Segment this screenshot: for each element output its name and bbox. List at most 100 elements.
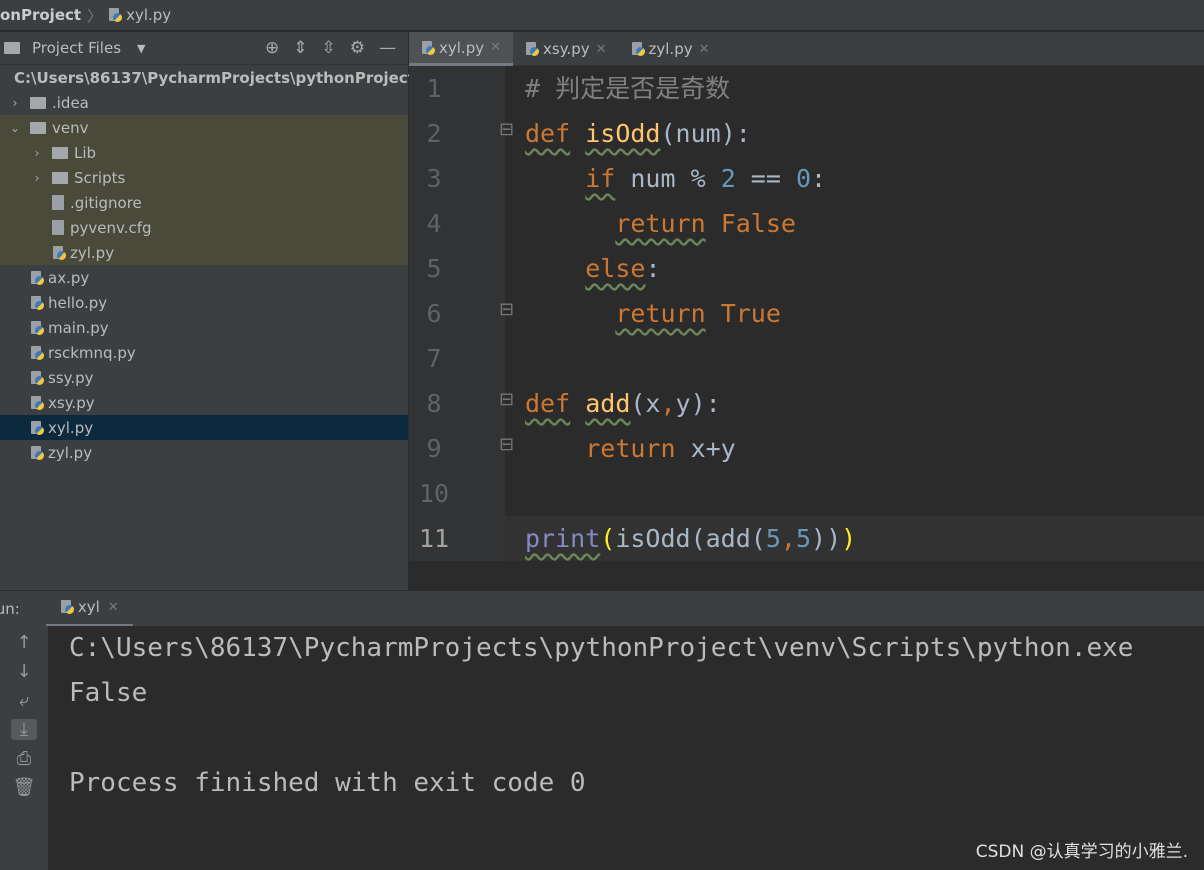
breadcrumb-file[interactable]: xyl.py <box>126 6 171 24</box>
code-token: True <box>720 299 781 328</box>
tree-item[interactable]: ⌄ venv <box>0 115 408 140</box>
soft-wrap-icon[interactable]: ⤶ <box>19 690 29 711</box>
code-token: return <box>585 434 676 463</box>
close-icon[interactable]: ✕ <box>108 600 119 615</box>
line-number: 7 <box>426 344 442 373</box>
code-line: if num % 2 == 0: <box>525 156 826 201</box>
run-tab[interactable]: xyl ✕ <box>45 591 133 627</box>
code-token: (num): <box>660 119 751 148</box>
python-file-icon <box>525 41 539 57</box>
code-token: 5 <box>765 524 781 553</box>
close-icon[interactable]: ✕ <box>596 42 607 57</box>
code-token: if <box>585 164 616 193</box>
run-side-toolbar: ↑ ↓ ⤶ ⤓ ⎙ 🗑 <box>0 626 48 870</box>
line-number: 5 <box>426 254 442 283</box>
python-file-icon <box>30 270 44 286</box>
code-line: else: <box>525 246 660 291</box>
python-file-icon <box>30 395 44 411</box>
fold-marker-icon[interactable]: ⊟ <box>499 299 514 320</box>
chevron-down-icon[interactable]: ⌄ <box>8 121 22 135</box>
run-console[interactable]: C:\Users\86137\PycharmProjects\pythonPro… <box>48 626 1204 870</box>
arrow-up-icon[interactable]: ↑ <box>16 632 31 653</box>
print-icon[interactable]: ⎙ <box>17 748 31 769</box>
tree-item[interactable]: xsy.py <box>0 390 408 415</box>
tab-xyl-py[interactable]: xyl.py ✕ <box>409 32 513 66</box>
code-token: isOdd(add( <box>615 524 766 553</box>
trash-icon[interactable]: 🗑 <box>13 777 36 798</box>
tree-item[interactable]: rsckmnq.py <box>0 340 408 365</box>
line-number: 8 <box>426 389 442 418</box>
tab-zyl-py[interactable]: zyl.py ✕ <box>619 32 722 66</box>
fold-marker-icon[interactable]: ⊟ <box>499 389 514 410</box>
tree-item[interactable]: › .idea <box>0 90 408 115</box>
tree-item[interactable]: pyvenv.cfg <box>0 215 408 240</box>
tab-xsy-py[interactable]: xsy.py ✕ <box>513 32 619 66</box>
fold-marker-icon[interactable]: ⊟ <box>499 119 514 140</box>
chevron-right-icon[interactable]: › <box>8 96 22 110</box>
python-file-icon <box>108 7 123 23</box>
folder-icon <box>52 171 68 184</box>
navigation-bar: onProject 〉 xyl.py <box>0 0 1204 31</box>
tree-item[interactable]: › Scripts <box>0 165 408 190</box>
minimize-icon[interactable]: — <box>379 38 396 58</box>
code-token: == <box>735 164 796 193</box>
tree-item-label: .idea <box>52 93 89 112</box>
tree-item-label: zyl.py <box>48 443 93 462</box>
project-view-selector[interactable]: Project Files <box>32 39 121 57</box>
python-file-icon <box>30 445 44 461</box>
breadcrumb-project[interactable]: onProject <box>0 6 81 24</box>
chevron-right-icon[interactable]: › <box>30 171 44 185</box>
line-number: 11 <box>418 524 450 553</box>
code-token: False <box>720 209 796 238</box>
chevron-right-icon[interactable]: › <box>30 146 44 160</box>
folder-icon <box>30 96 46 109</box>
tree-item[interactable]: ax.py <box>0 265 408 290</box>
python-file-icon <box>421 40 435 56</box>
python-file-icon <box>30 320 44 336</box>
close-icon[interactable]: ✕ <box>699 42 710 57</box>
tree-item[interactable]: xyl.py <box>0 415 408 440</box>
run-tab-label: xyl <box>77 598 100 616</box>
gear-icon[interactable]: ⚙ <box>350 38 365 58</box>
code-line: def isOdd(num): <box>525 111 751 156</box>
tree-item[interactable]: zyl.py <box>0 240 408 265</box>
fold-marker-icon[interactable]: ⊟ <box>499 434 514 455</box>
arrow-down-icon[interactable]: ↓ <box>16 661 31 682</box>
tree-item[interactable]: main.py <box>0 315 408 340</box>
tree-item[interactable]: zyl.py <box>0 440 408 465</box>
code-line: def add(x,y): <box>525 381 721 426</box>
line-number: 1 <box>426 74 442 103</box>
chevron-down-icon[interactable]: ▼ <box>137 42 145 55</box>
locate-icon[interactable]: ⊕ <box>265 38 279 58</box>
expand-all-icon[interactable]: ⇕ <box>293 38 307 58</box>
tree-item-label: ax.py <box>48 268 90 287</box>
python-file-icon <box>52 245 66 261</box>
code-token: def <box>525 119 571 148</box>
tree-item-label: venv <box>52 118 89 137</box>
line-number: 4 <box>426 209 442 238</box>
close-icon[interactable]: ✕ <box>490 40 501 55</box>
tree-item-label: xyl.py <box>48 418 94 437</box>
code-line: return x+y <box>525 426 736 471</box>
tree-item-label: hello.py <box>48 293 108 312</box>
code-token: return <box>615 209 706 238</box>
python-file-icon <box>30 420 44 436</box>
code-line: # 判定是否是奇数 <box>525 66 730 111</box>
tree-item[interactable]: ssy.py <box>0 365 408 390</box>
tree-item[interactable]: › Lib <box>0 140 408 165</box>
collapse-all-icon[interactable]: ⇳ <box>322 38 336 58</box>
code-line: return False <box>525 201 796 246</box>
tree-item[interactable]: .gitignore <box>0 190 408 215</box>
tree-item[interactable]: hello.py <box>0 290 408 315</box>
line-gutter: 1 2 3 4 5 6 7 8 9 10 11 <box>409 66 505 561</box>
tree-root[interactable]: C:\Users\86137\PycharmProjects\pythonPro… <box>0 65 415 90</box>
code-token: , <box>660 389 676 418</box>
code-token: print <box>525 524 601 553</box>
code-editor[interactable]: # 判定是否是奇数 def isOdd(num): if num % 2 == 0… <box>499 66 1204 561</box>
scroll-to-end-icon[interactable]: ⤓ <box>11 719 37 740</box>
